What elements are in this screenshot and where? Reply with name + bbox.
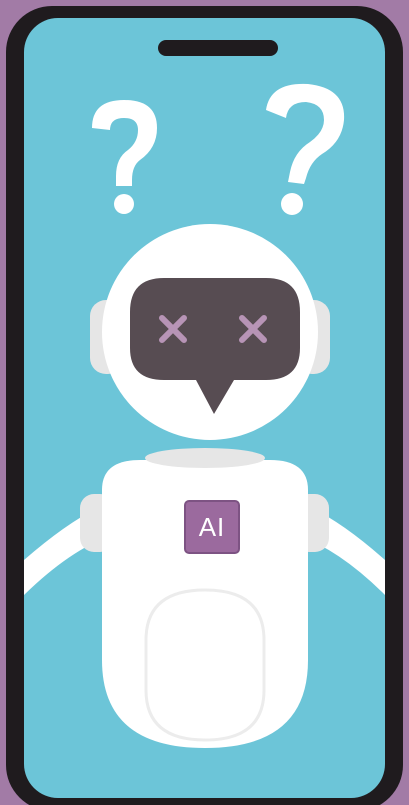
- ai-badge-label: AI: [198, 511, 226, 542]
- phone-robot-illustration: [6, 6, 403, 805]
- robot-belly-panel: [144, 588, 266, 742]
- robot-neck: [145, 448, 265, 468]
- phone-notch: [158, 40, 278, 56]
- illustration: AI: [0, 0, 409, 805]
